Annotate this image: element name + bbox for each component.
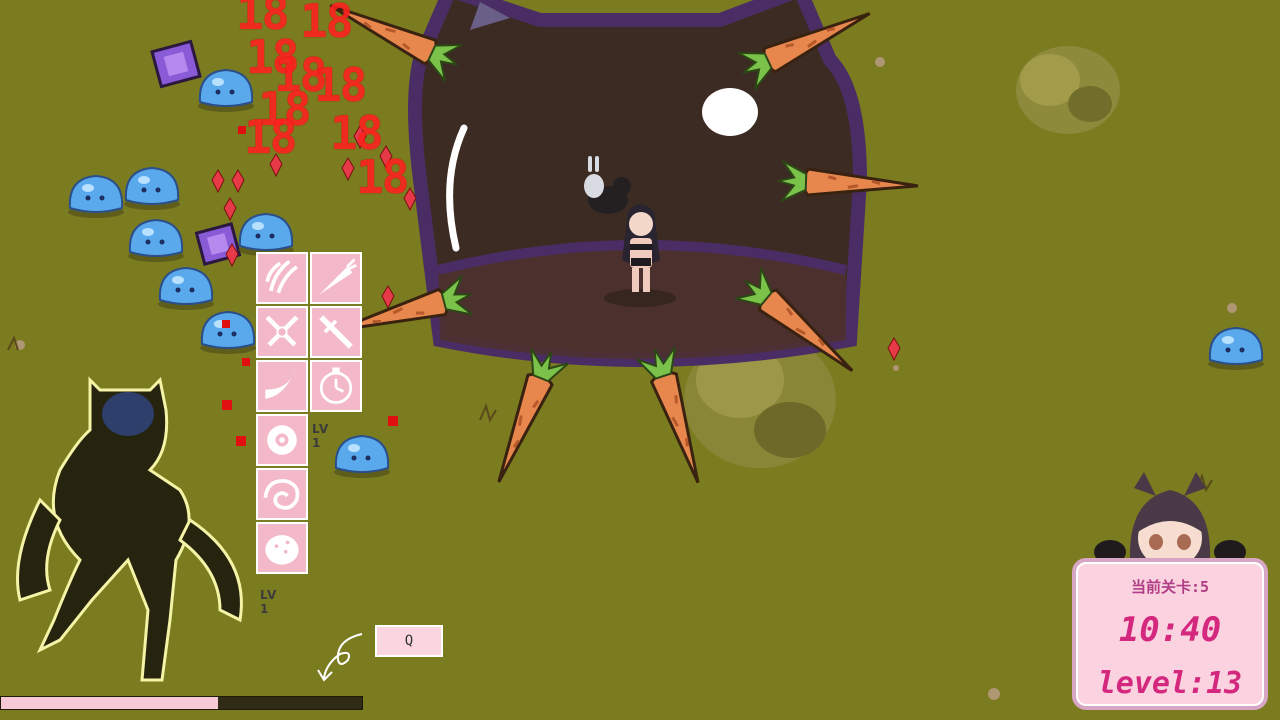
player-portrait bbox=[1094, 472, 1246, 568]
damage-number: 18 bbox=[244, 110, 297, 164]
carrot-icon[interactable] bbox=[310, 252, 362, 304]
carrot-projectile bbox=[478, 343, 572, 491]
experience-bar-fill bbox=[1, 697, 218, 709]
status-card: 当前关卡:5 10:40 level:13 bbox=[1072, 558, 1268, 710]
bush-top-right bbox=[1016, 46, 1120, 134]
egg-icon[interactable] bbox=[256, 522, 308, 574]
crescent-slash-icon[interactable] bbox=[256, 360, 308, 412]
skill-panel: LV 1 LV 1 bbox=[256, 252, 382, 616]
skill-level-label: LV 1 bbox=[312, 422, 330, 450]
damage-number: 18 bbox=[356, 150, 409, 204]
character-silhouette bbox=[16, 376, 243, 682]
vortex-icon[interactable] bbox=[256, 468, 308, 520]
damage-number: 18 bbox=[300, 0, 353, 48]
experience-bar bbox=[0, 696, 363, 710]
key-hint-q[interactable]: Q bbox=[375, 625, 443, 657]
game-timer: 10:40 bbox=[1118, 610, 1222, 650]
saw-blade-icon[interactable] bbox=[256, 414, 308, 466]
purple-gem-icon bbox=[150, 39, 202, 89]
stopwatch-icon[interactable] bbox=[310, 360, 362, 412]
sword-icon[interactable] bbox=[310, 306, 362, 358]
skill-level-label: LV 1 bbox=[260, 588, 278, 616]
damage-number: 18 bbox=[314, 58, 367, 112]
dual-swords-icon[interactable] bbox=[256, 306, 308, 358]
arrow-hint-icon bbox=[317, 633, 363, 682]
player-level: level:13 bbox=[1097, 666, 1243, 701]
claw-slash-icon[interactable] bbox=[256, 252, 308, 304]
stage-label: 当前关卡:5 bbox=[1130, 578, 1210, 596]
